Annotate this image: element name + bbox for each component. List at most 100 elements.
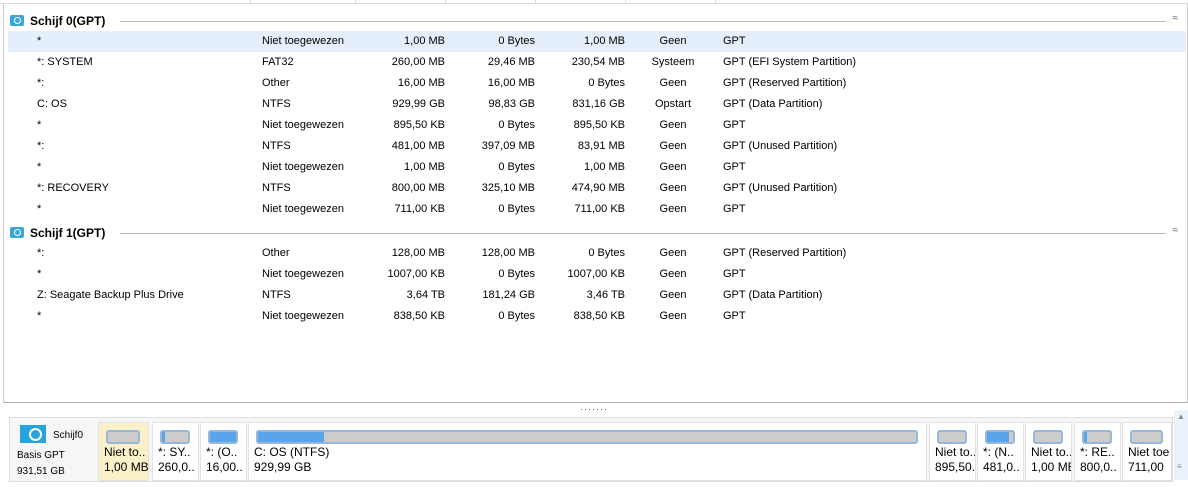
disk-type: Basis GPT bbox=[17, 450, 65, 461]
usage-bar bbox=[1033, 430, 1063, 444]
capacity: 711,00 KB bbox=[394, 203, 445, 215]
partition-label: *: (N.. bbox=[983, 445, 1014, 459]
type: GPT (Data Partition) bbox=[723, 289, 823, 301]
table-row[interactable]: * Niet toegewezen 1,00 MB 0 Bytes 1,00 MB Gee… bbox=[8, 157, 1186, 178]
partition-name: *: SYSTEM bbox=[37, 56, 93, 68]
free: 230,54 MB bbox=[571, 56, 625, 68]
flag: Geen bbox=[659, 77, 687, 89]
capacity: 838,50 KB bbox=[393, 310, 445, 322]
disk-info[interactable]: Schijf0 Basis GPT 931,51 GB bbox=[10, 418, 96, 481]
partition-block[interactable]: Niet toe 711,00 bbox=[1122, 422, 1172, 481]
used: 0 Bytes bbox=[498, 268, 535, 280]
flag: Geen bbox=[659, 182, 687, 194]
flag: Geen bbox=[659, 268, 687, 280]
splitter-handle[interactable]: ······· bbox=[580, 404, 608, 414]
used: 16,00 MB bbox=[487, 77, 535, 89]
used: 128,00 MB bbox=[481, 247, 535, 259]
file-system: Niet toegewezen bbox=[262, 119, 344, 131]
partition-label: C: OS (NTFS) bbox=[254, 445, 330, 459]
table-row[interactable]: *: Other 128,00 MB 128,00 MB 0 Bytes Geen GPT … bbox=[8, 243, 1186, 264]
capacity: 128,00 MB bbox=[391, 247, 445, 259]
partition-label: *: (O.. bbox=[206, 445, 238, 459]
capacity: 3,64 TB bbox=[406, 289, 445, 301]
usage-bar bbox=[937, 430, 967, 444]
flag: Opstart bbox=[654, 98, 692, 110]
partition-size: 1,00 MB bbox=[104, 460, 149, 474]
type: GPT bbox=[723, 119, 746, 131]
capacity: 929,99 GB bbox=[392, 98, 445, 110]
capacity: 1007,00 KB bbox=[387, 268, 446, 280]
table-row[interactable]: *: Other 16,00 MB 16,00 MB 0 Bytes Geen GPT (R… bbox=[8, 73, 1186, 94]
partition-block[interactable]: *: SY.. 260,0.. bbox=[152, 422, 199, 481]
table-row[interactable]: C: OS NTFS 929,99 GB 98,83 GB 831,16 GB Opsta… bbox=[8, 94, 1186, 115]
disk-size: 931,51 GB bbox=[17, 466, 65, 477]
usage-bar bbox=[256, 430, 918, 444]
disk-map-scrollbar[interactable]: ▲ ≡ bbox=[1174, 410, 1188, 480]
type: GPT (Unused Partition) bbox=[723, 140, 838, 152]
table-row[interactable]: *: NTFS 481,00 MB 397,09 MB 83,91 MB Geen GPT … bbox=[8, 136, 1186, 157]
usage-bar bbox=[1130, 430, 1163, 444]
partition-size: 800,0.. bbox=[1080, 460, 1117, 474]
partition-size: 260,0.. bbox=[158, 460, 195, 474]
partition-block[interactable]: Niet to.. 1,00 MB bbox=[98, 422, 149, 481]
file-system: FAT32 bbox=[262, 56, 294, 68]
table-row[interactable]: * Niet toegewezen 838,50 KB 0 Bytes 838,50 K… bbox=[8, 306, 1186, 327]
table-row[interactable]: Z: Seagate Backup Plus Drive NTFS 3,64 TB 1… bbox=[8, 285, 1186, 306]
partition-name: * bbox=[37, 268, 42, 280]
flag: Geen bbox=[659, 310, 687, 322]
partition-block[interactable]: Niet to.. 895,50.. bbox=[929, 422, 976, 481]
collapse-icon[interactable]: ≈ bbox=[1173, 225, 1179, 236]
free: 1,00 MB bbox=[584, 35, 625, 47]
type: GPT (Data Partition) bbox=[723, 98, 823, 110]
partition-block[interactable]: *: RE.. 800,0.. bbox=[1074, 422, 1121, 481]
partition-block[interactable]: *: (N.. 481,0.. bbox=[977, 422, 1024, 481]
file-system: NTFS bbox=[262, 182, 291, 194]
partition-block[interactable]: C: OS (NTFS) 929,99 GB bbox=[248, 422, 927, 481]
disk-map: Schijf0 Basis GPT 931,51 GB Niet to.. 1,0… bbox=[9, 417, 1173, 482]
flag: Geen bbox=[659, 247, 687, 259]
used: 0 Bytes bbox=[498, 119, 535, 131]
file-system: Niet toegewezen bbox=[262, 310, 344, 322]
table-row[interactable]: * Niet toegewezen 1007,00 KB 0 Bytes 1007,00… bbox=[8, 264, 1186, 285]
type: GPT bbox=[723, 161, 746, 173]
partition-name: *: bbox=[37, 140, 45, 152]
partition-label: *: SY.. bbox=[158, 445, 191, 459]
free: 711,00 KB bbox=[574, 203, 625, 215]
partition-name: *: bbox=[37, 247, 45, 259]
collapse-icon[interactable]: ≈ bbox=[1173, 13, 1179, 24]
free: 0 Bytes bbox=[588, 77, 625, 89]
table-row[interactable]: *: RECOVERY NTFS 800,00 MB 325,10 MB 474,90 … bbox=[8, 178, 1186, 199]
table-row[interactable]: * Niet toegewezen 895,50 KB 0 Bytes 895,50 K… bbox=[8, 115, 1186, 136]
file-system: Niet toegewezen bbox=[262, 268, 344, 280]
partition-list[interactable]: Schijf 0(GPT) ≈ * Niet toegewezen 1,00 MB 0 B… bbox=[3, 4, 1188, 403]
partition-name: * bbox=[37, 310, 42, 322]
table-row[interactable]: * Niet toegewezen 711,00 KB 0 Bytes 711,00 K… bbox=[8, 199, 1186, 220]
flag: Geen bbox=[659, 140, 687, 152]
partition-block[interactable]: *: (O.. 16,00.. bbox=[200, 422, 247, 481]
used: 0 Bytes bbox=[498, 35, 535, 47]
free: 895,50 KB bbox=[573, 119, 625, 131]
partition-name: * bbox=[37, 35, 42, 47]
disk-name: Schijf0 bbox=[53, 430, 84, 441]
table-row[interactable]: *: SYSTEM FAT32 260,00 MB 29,46 MB 230,54 MB… bbox=[8, 52, 1186, 73]
capacity: 481,00 MB bbox=[391, 140, 445, 152]
file-system: NTFS bbox=[262, 289, 291, 301]
partition-label: Niet to.. bbox=[1031, 445, 1072, 459]
partition-block[interactable]: Niet to.. 1,00 MB bbox=[1025, 422, 1072, 481]
divider bbox=[120, 21, 1166, 22]
flag: Geen bbox=[659, 289, 687, 301]
scroll-up-icon[interactable]: ▲ bbox=[1177, 412, 1185, 421]
used: 98,83 GB bbox=[488, 98, 535, 110]
disk-group-header[interactable]: Schijf 0(GPT) ≈ bbox=[8, 11, 1186, 31]
usage-bar bbox=[985, 430, 1015, 444]
capacity: 260,00 MB bbox=[391, 56, 445, 68]
flag: Geen bbox=[659, 203, 687, 215]
table-row[interactable]: * Niet toegewezen 1,00 MB 0 Bytes 1,00 MB Gee… bbox=[8, 31, 1186, 52]
flag: Geen bbox=[659, 119, 687, 131]
disk-group-header[interactable]: Schijf 1(GPT) ≈ bbox=[8, 223, 1186, 243]
file-system: NTFS bbox=[262, 140, 291, 152]
used: 397,09 MB bbox=[481, 140, 535, 152]
flag: Systeem bbox=[651, 56, 695, 68]
partition-label: Niet toe bbox=[1128, 445, 1170, 459]
free: 1,00 MB bbox=[584, 161, 625, 173]
